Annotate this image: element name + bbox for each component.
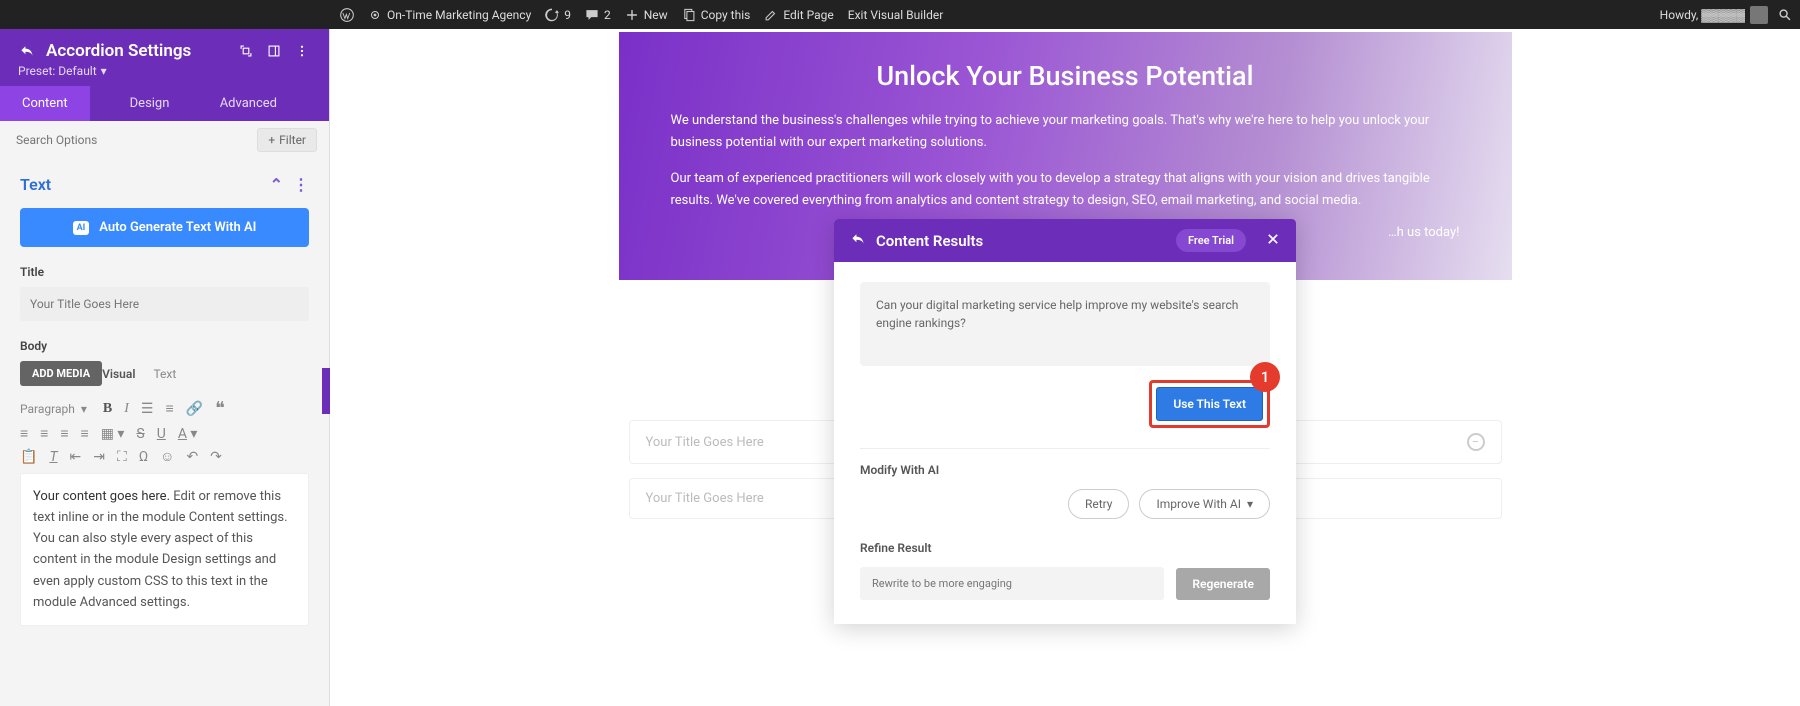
- visual-builder-canvas: Unlock Your Business Potential We unders…: [330, 29, 1800, 706]
- callout-highlight: Use This Text: [1149, 380, 1270, 428]
- user-greeting[interactable]: Howdy, ▓▓▓▓▓: [1660, 6, 1768, 24]
- section-text-heading: Text: [20, 175, 51, 194]
- wysiwyg-toolbar: Paragraph ▾ B I ☰ ≡ 🔗 ❝ ≡ ≡ ≡ ≡ ▦ ▾ S U …: [20, 398, 309, 465]
- modify-with-ai-label: Modify With AI: [860, 463, 1270, 477]
- special-char-icon[interactable]: Ω: [139, 449, 148, 465]
- hero-heading: Unlock Your Business Potential: [671, 60, 1460, 92]
- bold-icon[interactable]: B: [103, 401, 112, 417]
- chevron-down-icon: ▾: [101, 64, 107, 78]
- preset-selector[interactable]: Preset: Default▾: [18, 64, 311, 78]
- avatar: [1750, 6, 1768, 24]
- align-center-icon[interactable]: ≡: [40, 425, 48, 442]
- filter-button[interactable]: +Filter: [257, 128, 317, 152]
- settings-tabs: Content Design Advanced: [0, 86, 329, 121]
- back-icon[interactable]: [18, 42, 36, 60]
- chevron-down-icon: ▾: [81, 402, 87, 416]
- copy-this-link[interactable]: Copy this: [682, 8, 751, 22]
- italic-icon[interactable]: I: [124, 401, 129, 417]
- site-name-link[interactable]: On-Time Marketing Agency: [368, 8, 531, 22]
- section-more-icon[interactable]: ⋮: [293, 175, 309, 194]
- hero-paragraph-3: …h us today!: [1388, 222, 1460, 244]
- snap-icon[interactable]: [265, 42, 283, 60]
- more-icon[interactable]: [293, 42, 311, 60]
- paragraph-select[interactable]: Paragraph ▾: [20, 402, 87, 416]
- body-label: Body: [20, 339, 309, 353]
- fullscreen-icon[interactable]: ⛶: [117, 449, 127, 465]
- close-icon[interactable]: [1266, 231, 1280, 250]
- editor-tab-visual[interactable]: Visual: [102, 367, 135, 381]
- quote-icon[interactable]: ❝: [215, 398, 225, 419]
- align-left-icon[interactable]: ≡: [20, 425, 28, 442]
- editor-tab-text[interactable]: Text: [153, 367, 176, 381]
- refine-result-label: Refine Result: [860, 541, 1270, 555]
- add-media-button[interactable]: ADD MEDIA: [20, 361, 102, 386]
- tab-content[interactable]: Content: [0, 86, 90, 121]
- title-label: Title: [20, 265, 309, 279]
- use-this-text-button[interactable]: Use This Text: [1156, 387, 1263, 421]
- paste-icon[interactable]: 📋: [20, 449, 37, 465]
- refine-input[interactable]: [860, 567, 1164, 600]
- content-results-modal: Content Results Free Trial Can your digi…: [834, 219, 1296, 624]
- retry-button[interactable]: Retry: [1068, 489, 1130, 519]
- collapse-icon[interactable]: ⌃: [270, 175, 283, 194]
- comments-link[interactable]: 2: [585, 8, 611, 22]
- redo-icon[interactable]: ↷: [210, 449, 222, 465]
- tab-advanced[interactable]: Advanced: [198, 86, 299, 121]
- settings-panel: Accordion Settings Preset: Default▾ Cont…: [0, 29, 330, 706]
- exit-visual-builder-link[interactable]: Exit Visual Builder: [848, 8, 944, 22]
- outdent-icon[interactable]: ⇤: [70, 449, 82, 465]
- callout-badge: 1: [1250, 362, 1280, 392]
- indent-icon[interactable]: ⇥: [93, 449, 105, 465]
- edit-page-link[interactable]: Edit Page: [764, 8, 833, 22]
- wp-admin-bar: On-Time Marketing Agency 9 2 New Copy th…: [0, 0, 1800, 29]
- search-options-input[interactable]: [12, 127, 257, 153]
- ai-result-text: Can your digital marketing service help …: [860, 282, 1270, 366]
- updates-link[interactable]: 9: [545, 8, 571, 22]
- table-icon[interactable]: ▦ ▾: [101, 426, 125, 442]
- search-icon[interactable]: [1778, 8, 1792, 22]
- bullet-list-icon[interactable]: ☰: [141, 401, 154, 417]
- collapse-toggle-icon[interactable]: −: [1467, 433, 1485, 451]
- regenerate-button[interactable]: Regenerate: [1176, 568, 1270, 600]
- emoji-icon[interactable]: ☺: [160, 448, 174, 465]
- plus-icon: +: [268, 133, 275, 147]
- free-trial-badge: Free Trial: [1176, 229, 1246, 252]
- number-list-icon[interactable]: ≡: [165, 400, 173, 417]
- accordion-item-title: Your Title Goes Here: [646, 491, 764, 506]
- panel-title: Accordion Settings: [46, 41, 227, 61]
- undo-icon[interactable]: ↶: [186, 449, 198, 465]
- hero-paragraph-1: We understand the business's challenges …: [671, 110, 1460, 154]
- modal-back-icon[interactable]: [850, 231, 866, 251]
- align-justify-icon[interactable]: ≡: [81, 425, 89, 442]
- accordion-item-title: Your Title Goes Here: [646, 435, 764, 450]
- link-icon[interactable]: 🔗: [186, 401, 203, 417]
- title-input[interactable]: [20, 287, 309, 321]
- improve-with-ai-button[interactable]: Improve With AI▾: [1139, 489, 1270, 519]
- textcolor-icon[interactable]: A ▾: [178, 426, 198, 442]
- clear-format-icon[interactable]: T: [49, 449, 57, 465]
- body-editor[interactable]: Your content goes here. Edit or remove t…: [20, 473, 309, 626]
- tab-design[interactable]: Design: [108, 86, 192, 121]
- modal-title: Content Results: [876, 232, 1166, 250]
- align-right-icon[interactable]: ≡: [60, 425, 68, 442]
- chevron-down-icon: ▾: [1247, 497, 1253, 511]
- expand-icon[interactable]: [237, 42, 255, 60]
- new-link[interactable]: New: [625, 8, 668, 22]
- hero-paragraph-2: Our team of experienced practitioners wi…: [671, 168, 1460, 212]
- ai-badge-icon: AI: [73, 221, 90, 235]
- wp-logo-icon[interactable]: [340, 8, 354, 22]
- underline-icon[interactable]: U: [157, 426, 166, 442]
- strike-icon[interactable]: S: [136, 426, 144, 442]
- auto-generate-ai-button[interactable]: AI Auto Generate Text With AI: [20, 208, 309, 247]
